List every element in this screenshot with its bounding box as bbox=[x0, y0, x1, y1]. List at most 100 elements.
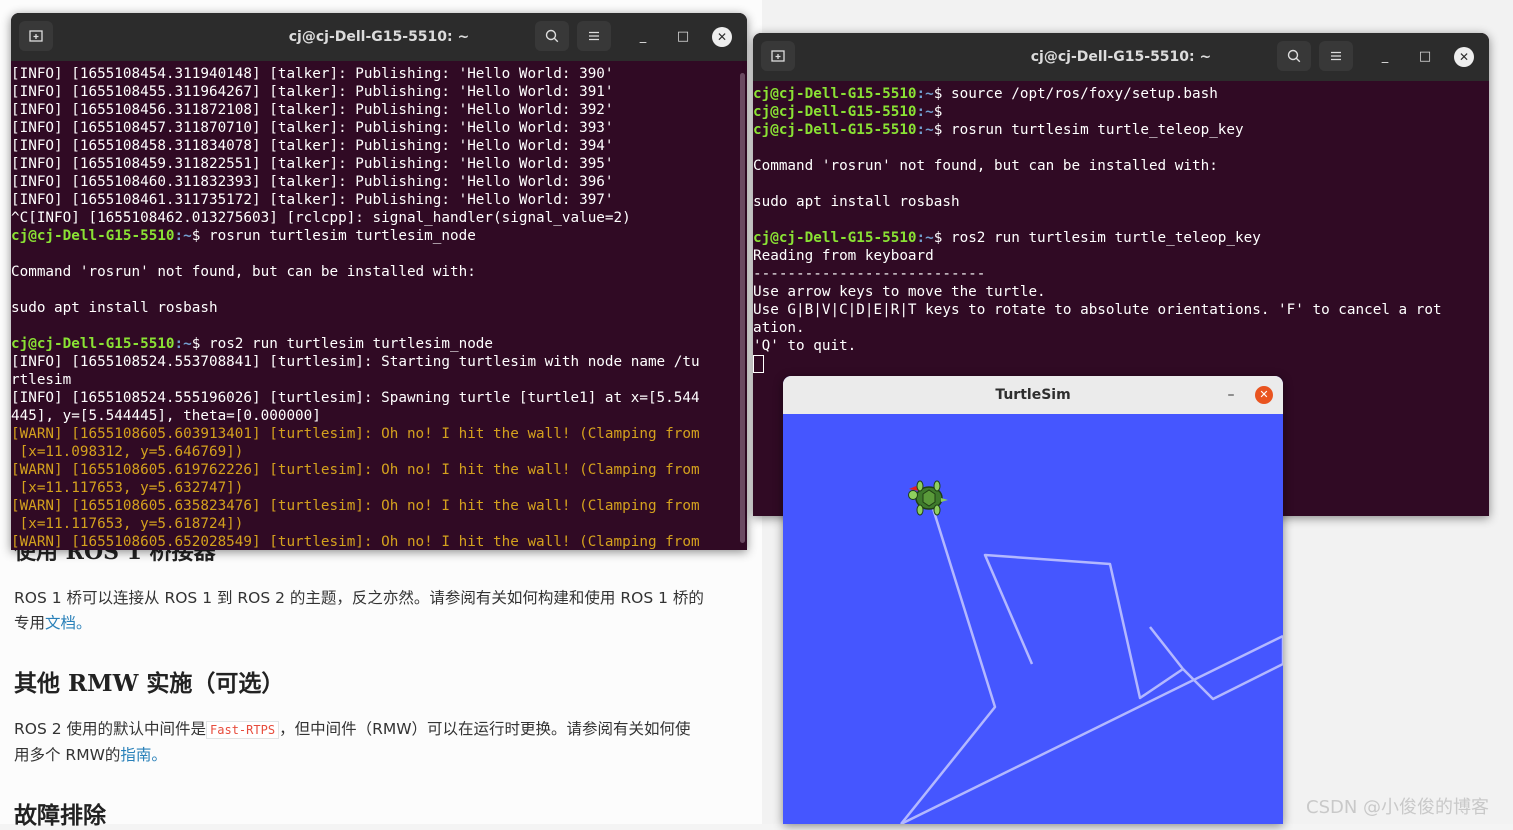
turtle-icon bbox=[908, 480, 948, 516]
rmw-text-a: ROS 2 使用的默认中间件是 bbox=[14, 720, 207, 738]
search-button[interactable] bbox=[535, 21, 569, 51]
terminal-line: [INFO] [1655108458.311834078] [talker]: … bbox=[11, 137, 747, 155]
output-text: 445], y=[5.544445], theta=[0.000000] bbox=[11, 408, 321, 424]
turtle-trail-segment bbox=[1182, 636, 1283, 701]
command-text: $ ros2 run turtlesim turtlesim_node bbox=[191, 336, 494, 352]
hamburger-menu-icon bbox=[589, 31, 599, 41]
terminal-line: --------------------------- bbox=[753, 265, 1489, 283]
output-text: ation. bbox=[753, 320, 805, 336]
hamburger-menu-icon bbox=[1331, 51, 1341, 61]
terminal-line: Use arrow keys to move the turtle. bbox=[753, 283, 1489, 301]
terminal-line: [INFO] [1655108524.555196026] [turtlesim… bbox=[11, 389, 747, 407]
turtlesim-titlebar[interactable]: TurtleSim – ✕ bbox=[783, 376, 1283, 414]
prompt-path: :~ bbox=[174, 336, 192, 352]
prompt-user: cj@cj-Dell-G15-5510 bbox=[753, 230, 917, 246]
output-text: --------------------------- bbox=[753, 266, 986, 282]
prompt-user: cj@cj-Dell-G15-5510 bbox=[11, 228, 175, 244]
command-text: $ source /opt/ros/foxy/setup.bash bbox=[933, 86, 1218, 102]
output-text: [INFO] [1655108460.311832393] [talker]: … bbox=[11, 174, 614, 190]
search-icon bbox=[545, 29, 559, 43]
output-text: [INFO] [1655108524.553708841] [turtlesim… bbox=[11, 354, 700, 370]
terminal-line: [INFO] [1655108455.311964267] [talker]: … bbox=[11, 83, 747, 101]
close-button[interactable]: ✕ bbox=[1454, 47, 1474, 67]
terminal-titlebar[interactable]: cj@cj-Dell-G15-5510: ~ _ □ ✕ bbox=[753, 33, 1489, 81]
terminal-line: [WARN] [1655108605.652028549] [turtlesim… bbox=[11, 533, 747, 550]
search-button[interactable] bbox=[1277, 41, 1311, 71]
close-button[interactable]: ✕ bbox=[1255, 386, 1273, 404]
minimize-button[interactable]: – bbox=[1223, 385, 1239, 405]
prompt-path: :~ bbox=[174, 228, 192, 244]
new-tab-button[interactable] bbox=[761, 41, 795, 71]
command-text: $ rosrun turtlesim turtlesim_node bbox=[191, 228, 476, 244]
terminal-titlebar[interactable]: cj@cj-Dell-G15-5510: ~ _ □ ✕ bbox=[11, 13, 747, 61]
terminal-line: [INFO] [1655108457.311870710] [talker]: … bbox=[11, 119, 747, 137]
maximize-button[interactable]: □ bbox=[673, 27, 693, 47]
terminal-line: cj@cj-Dell-G15-5510:~$ rosrun turtlesim … bbox=[753, 121, 1489, 139]
output-text: [INFO] [1655108456.311872108] [talker]: … bbox=[11, 102, 614, 118]
heading-troubleshooting: 故障排除 bbox=[14, 802, 106, 829]
output-text: Reading from keyboard bbox=[753, 248, 934, 264]
bridge-docs-link[interactable]: 文档。 bbox=[45, 614, 92, 632]
turtle-trail-segment bbox=[900, 634, 1283, 824]
command-text: $ ros2 run turtlesim turtle_teleop_key bbox=[933, 230, 1261, 246]
output-text: rtlesim bbox=[11, 372, 72, 388]
terminal-line: [INFO] [1655108460.311832393] [talker]: … bbox=[11, 173, 747, 191]
scrollbar[interactable] bbox=[740, 73, 745, 543]
terminal-line: Reading from keyboard bbox=[753, 247, 1489, 265]
maximize-button[interactable]: □ bbox=[1415, 47, 1435, 67]
terminal-line: [INFO] [1655108459.311822551] [talker]: … bbox=[11, 155, 747, 173]
command-text: $ bbox=[933, 104, 943, 120]
close-icon: ✕ bbox=[1259, 388, 1269, 401]
terminal-line: [INFO] [1655108456.311872108] [talker]: … bbox=[11, 101, 747, 119]
output-text: [INFO] [1655108454.311940148] [talker]: … bbox=[11, 66, 614, 82]
rmw-text-c: 用多个 RMW的 bbox=[14, 746, 121, 764]
output-text: Command 'rosrun' not found, but can be i… bbox=[753, 158, 1218, 174]
terminal-window-left[interactable]: cj@cj-Dell-G15-5510: ~ _ □ ✕ [INFO] [165… bbox=[11, 13, 747, 550]
terminal-line: Use G|B|V|C|D|E|R|T keys to rotate to ab… bbox=[753, 301, 1489, 319]
terminal-output[interactable]: [INFO] [1655108454.311940148] [talker]: … bbox=[11, 65, 747, 550]
terminal-line bbox=[753, 355, 1489, 373]
terminal-line: [WARN] [1655108605.635823476] [turtlesim… bbox=[11, 497, 747, 515]
close-button[interactable]: ✕ bbox=[712, 27, 732, 47]
terminal-line: [INFO] [1655108461.311735172] [talker]: … bbox=[11, 191, 747, 209]
command-text: $ rosrun turtlesim turtle_teleop_key bbox=[933, 122, 1244, 138]
terminal-line: cj@cj-Dell-G15-5510:~$ bbox=[753, 103, 1489, 121]
minimize-button[interactable]: _ bbox=[1375, 47, 1395, 67]
warning-text: [WARN] [1655108605.652028549] [turtlesim… bbox=[11, 534, 700, 550]
output-text: [INFO] [1655108457.311870710] [talker]: … bbox=[11, 120, 614, 136]
heading-rmw: 其他 RMW 实施（可选） bbox=[14, 670, 285, 697]
terminal-line: [INFO] [1655108454.311940148] [talker]: … bbox=[11, 65, 747, 83]
maximize-icon: □ bbox=[1418, 49, 1432, 64]
minimize-icon: – bbox=[1227, 387, 1235, 403]
terminal-line: [WARN] [1655108605.619762226] [turtlesim… bbox=[11, 461, 747, 479]
menu-button[interactable] bbox=[1319, 41, 1353, 71]
menu-button[interactable] bbox=[577, 21, 611, 51]
minimize-button[interactable]: _ bbox=[633, 27, 653, 47]
prompt-user: cj@cj-Dell-G15-5510 bbox=[753, 104, 917, 120]
output-text: Use G|B|V|C|D|E|R|T keys to rotate to ab… bbox=[753, 302, 1442, 318]
terminal-line: Command 'rosrun' not found, but can be i… bbox=[11, 263, 747, 281]
turtlesim-window[interactable]: TurtleSim – ✕ bbox=[783, 376, 1283, 824]
maximize-icon: □ bbox=[676, 29, 690, 44]
terminal-line: [x=11.117653, y=5.618724]) bbox=[11, 515, 747, 533]
terminal-line: cj@cj-Dell-G15-5510:~$ rosrun turtlesim … bbox=[11, 227, 747, 245]
search-icon bbox=[1287, 49, 1301, 63]
rmw-text-b: ，但中间件（RMW）可以在运行时更换。请参阅有关如何使 bbox=[279, 720, 691, 738]
bridge-paragraph: ROS 1 桥可以连接从 ROS 1 到 ROS 2 的主题，反之亦然。请参阅有… bbox=[14, 586, 734, 636]
prompt-user: cj@cj-Dell-G15-5510 bbox=[753, 122, 917, 138]
output-text: sudo apt install rosbash bbox=[11, 300, 218, 316]
prompt-user: cj@cj-Dell-G15-5510 bbox=[753, 86, 917, 102]
terminal-line: 445], y=[5.544445], theta=[0.000000] bbox=[11, 407, 747, 425]
terminal-line: cj@cj-Dell-G15-5510:~$ source /opt/ros/f… bbox=[753, 85, 1489, 103]
new-tab-button[interactable] bbox=[19, 21, 53, 51]
terminal-line: [x=11.098312, y=5.646769]) bbox=[11, 443, 747, 461]
prompt-path: :~ bbox=[916, 122, 934, 138]
warning-text: [WARN] [1655108605.603913401] [turtlesim… bbox=[11, 426, 700, 442]
warning-text: [x=11.098312, y=5.646769]) bbox=[11, 444, 244, 460]
rmw-guide-link[interactable]: 指南。 bbox=[120, 746, 167, 764]
turtle-trail bbox=[900, 501, 997, 824]
terminal-title: cj@cj-Dell-G15-5510: ~ bbox=[288, 29, 470, 45]
